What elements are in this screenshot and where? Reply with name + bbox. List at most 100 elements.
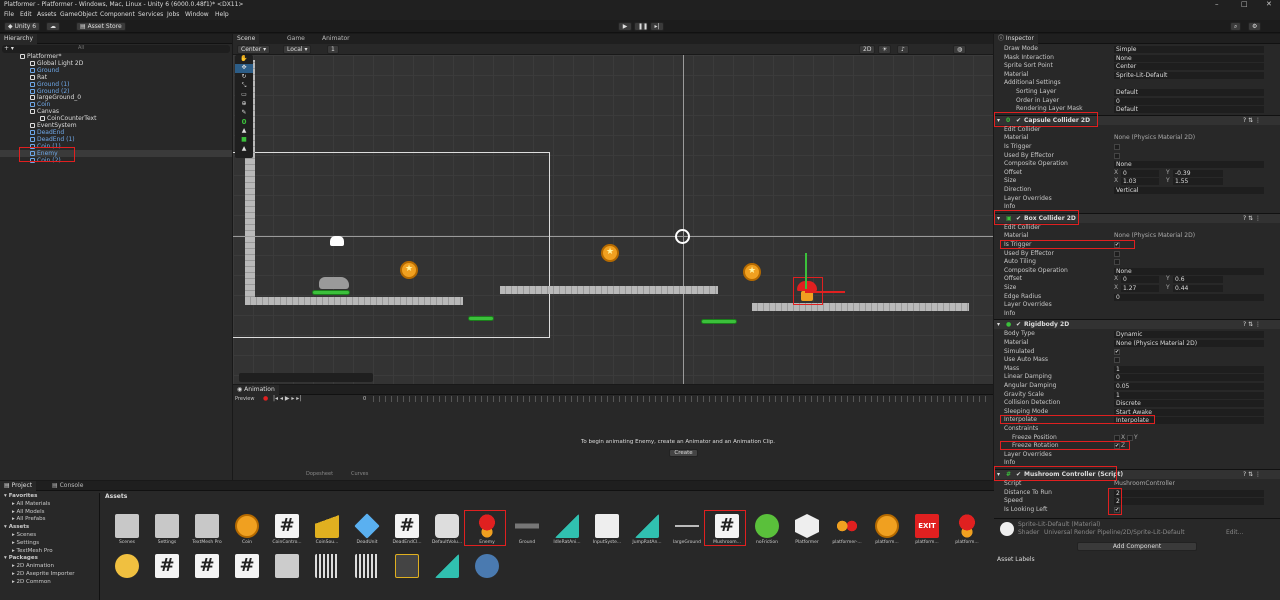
project-tree-item[interactable]: ▾ Packages	[4, 555, 38, 561]
pivot-dropdown[interactable]: Center ▾	[237, 45, 271, 54]
rock-icon[interactable]: ▲	[235, 145, 253, 154]
field-value[interactable]: None	[1114, 161, 1264, 169]
scene-overlay-toolbar[interactable]	[239, 373, 373, 382]
freeze-y-checkbox[interactable]	[1127, 434, 1133, 441]
field-value[interactable]: Simple	[1114, 46, 1264, 53]
minimize-icon[interactable]: –	[1215, 0, 1219, 8]
close-icon[interactable]: ✕	[1266, 0, 1272, 8]
asset-item[interactable]: Coin	[230, 514, 264, 545]
field-value[interactable]: Vertical	[1114, 187, 1264, 194]
field-value[interactable]: Center	[1114, 63, 1264, 71]
asset-item[interactable]: JumpRatAn...	[630, 514, 664, 545]
help-icon[interactable]: ? ⇅ ⋮	[1243, 470, 1261, 480]
field-value[interactable]: 0	[1114, 293, 1264, 301]
create-clip-button[interactable]: Create	[669, 449, 698, 457]
ground-1-tiles[interactable]	[500, 286, 718, 294]
move-gizmo-y[interactable]	[805, 253, 807, 289]
enabled-checkbox[interactable]: ✔	[1016, 320, 1021, 330]
square-icon[interactable]: ■	[235, 136, 253, 145]
project-tree-item[interactable]: ▸ TextMesh Pro	[12, 548, 53, 554]
freeze-x-checkbox[interactable]	[1114, 434, 1120, 441]
field-value[interactable]: 0	[1114, 374, 1264, 382]
tab-scene[interactable]: Scene	[233, 34, 260, 44]
menu-services[interactable]: Services	[138, 11, 163, 18]
checkbox[interactable]	[1114, 259, 1120, 266]
project-tree-item[interactable]: ▸ 2D Animation	[12, 563, 54, 569]
x-field[interactable]: 1.03	[1121, 178, 1159, 186]
project-tree-item[interactable]: ▸ All Materials	[12, 501, 50, 507]
step-button[interactable]: ▸|	[650, 22, 664, 31]
grid-size-field[interactable]: 1	[327, 45, 339, 54]
zero-icon[interactable]: 0	[235, 118, 253, 127]
field-value[interactable]: Dynamic	[1114, 331, 1264, 339]
curves-tab[interactable]: Curves	[351, 471, 368, 477]
asset-item[interactable]: Settings	[150, 514, 184, 545]
y-field[interactable]: 1.55	[1173, 178, 1223, 186]
asset-item[interactable]: DeadUnit	[350, 513, 384, 545]
space-dropdown[interactable]: Local ▾	[283, 45, 312, 54]
field-value[interactable]: None	[1114, 54, 1264, 62]
field-value[interactable]: 1	[1114, 365, 1264, 373]
checkbox[interactable]	[1114, 357, 1120, 364]
field-value[interactable]: None	[1114, 267, 1264, 275]
asset-item[interactable]	[470, 554, 504, 580]
field-value[interactable]: 0	[1114, 97, 1264, 105]
foldout-icon[interactable]: ▾	[997, 320, 1000, 330]
asset-item[interactable]: platformer-...	[830, 514, 864, 545]
asset-item[interactable]: noFriction	[750, 514, 784, 545]
rotate-tool-icon[interactable]: ↻	[235, 73, 253, 82]
add-component-button[interactable]: Add Component	[1077, 542, 1197, 552]
terrain-icon[interactable]: ▲	[235, 127, 253, 136]
tab-game[interactable]: Game	[283, 34, 309, 44]
menu-gameobject[interactable]: GameObject	[60, 11, 97, 18]
rat-sprite[interactable]	[319, 277, 349, 289]
move-gizmo-x[interactable]	[805, 291, 845, 293]
asset-item[interactable]: #	[150, 554, 184, 580]
tab-animation[interactable]: ◉ Animation	[233, 385, 279, 395]
checkbox[interactable]	[1114, 144, 1120, 150]
asset-item[interactable]: #	[230, 554, 264, 580]
ground-tiles[interactable]	[245, 297, 463, 305]
transform-tool-icon[interactable]: ⊕	[235, 100, 253, 109]
asset-item[interactable]: # CoinContro...	[270, 514, 304, 545]
preview-toggle[interactable]: Preview	[235, 396, 254, 402]
checkbox[interactable]	[1114, 250, 1120, 257]
move-tool-icon[interactable]: ✥	[235, 64, 253, 73]
light-gizmo-icon[interactable]	[330, 236, 344, 246]
pause-button[interactable]: ❚❚	[634, 22, 648, 31]
menu-window[interactable]: Window	[185, 11, 209, 18]
help-icon[interactable]: ? ⇅ ⋮	[1243, 116, 1261, 126]
tab-console[interactable]: ▤ Console	[48, 481, 87, 491]
coin-2-sprite[interactable]: ★	[743, 263, 761, 281]
lighting-toggle[interactable]: ☀	[878, 45, 892, 54]
project-tree-item[interactable]: ▸ All Prefabs	[12, 516, 46, 522]
asset-item[interactable]	[430, 554, 464, 580]
field-value[interactable]: None (Physics Material 2D)	[1114, 340, 1264, 347]
hierarchy-search-input[interactable]: + ▾ All	[2, 45, 230, 53]
x-field[interactable]: 0	[1121, 276, 1159, 284]
settings-button[interactable]: ⚙	[1248, 22, 1262, 31]
field-value[interactable]: 0.05	[1114, 383, 1264, 390]
field-value[interactable]: 1	[1114, 391, 1264, 399]
help-icon[interactable]: ? ⇅ ⋮	[1243, 320, 1261, 330]
dopesheet-tab[interactable]: Dopesheet	[306, 471, 333, 477]
asset-item[interactable]	[350, 554, 384, 580]
y-field[interactable]: 0.44	[1173, 285, 1223, 292]
menu-file[interactable]: File	[4, 11, 14, 18]
custom-tool-icon[interactable]: ✎	[235, 109, 253, 118]
tab-animator[interactable]: Animator	[318, 34, 354, 44]
project-tree-item[interactable]: ▸ 2D Aseprite Importer	[12, 571, 74, 577]
camera-gizmo-icon[interactable]	[675, 229, 690, 244]
maximize-icon[interactable]: □	[1241, 0, 1248, 8]
cloud-button[interactable]: ☁	[46, 22, 60, 31]
asset-item[interactable]: platform...	[870, 514, 904, 545]
tab-hierarchy[interactable]: Hierarchy	[0, 34, 38, 44]
asset-item[interactable]: CoinSou...	[310, 514, 344, 545]
hand-tool-icon[interactable]: ✋	[235, 55, 253, 64]
y-field[interactable]: -0.39	[1173, 169, 1223, 177]
asset-item[interactable]: Scenes	[110, 514, 144, 545]
asset-item[interactable]: #	[190, 554, 224, 580]
checkbox[interactable]: ✔	[1114, 348, 1120, 355]
platform-green-small[interactable]	[468, 316, 494, 321]
account-button[interactable]: ◆ Unity 6	[4, 22, 41, 31]
